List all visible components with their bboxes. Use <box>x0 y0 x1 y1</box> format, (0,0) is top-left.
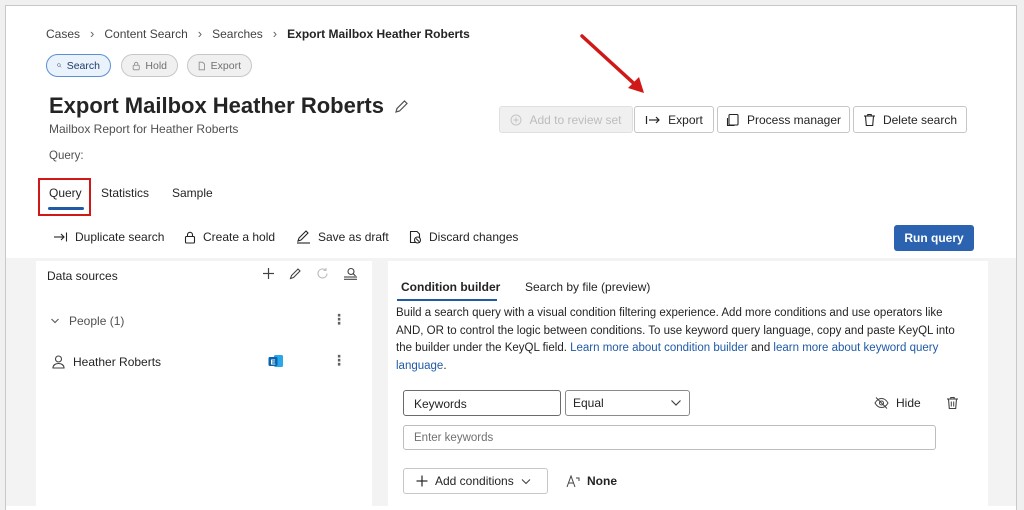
create-hold-button[interactable]: Create a hold <box>184 230 275 244</box>
app-window: Cases › Content Search › Searches › Expo… <box>5 5 1017 510</box>
export-pill-label: Export <box>210 59 241 72</box>
breadcrumb-content-search[interactable]: Content Search <box>104 27 187 41</box>
add-conditions-label: Add conditions <box>435 474 514 488</box>
document-icon <box>198 61 205 70</box>
eye-off-icon <box>874 397 889 409</box>
search-pill[interactable]: Search <box>46 54 111 77</box>
refresh-icon[interactable] <box>316 267 329 280</box>
hide-button[interactable]: Hide <box>874 396 921 410</box>
search-pill-label: Search <box>66 59 100 72</box>
duplicate-search-label: Duplicate search <box>75 230 165 244</box>
duplicate-arrow-icon <box>54 232 68 242</box>
hide-label: Hide <box>896 396 921 410</box>
chevron-right-icon: › <box>197 26 203 41</box>
add-conditions-button[interactable]: Add conditions <box>403 468 548 494</box>
user-row[interactable]: Heather Roberts <box>52 355 161 369</box>
page-title-text: Export Mailbox Heather Roberts <box>49 93 384 118</box>
data-sources-panel <box>36 261 372 510</box>
tab-condition-builder[interactable]: Condition builder <box>401 280 500 294</box>
run-query-button[interactable]: Run query <box>894 225 974 251</box>
query-label: Query: <box>49 150 84 162</box>
delete-search-button[interactable]: Delete search <box>853 106 967 133</box>
process-manager-button[interactable]: Process manager <box>717 106 850 133</box>
hold-pill[interactable]: Hold <box>121 54 178 77</box>
add-to-review-set-label: Add to review set <box>529 112 622 127</box>
lock-icon <box>184 231 196 244</box>
chevron-down-icon <box>671 400 681 406</box>
discard-changes-button[interactable]: Discard changes <box>408 230 518 244</box>
save-as-draft-button[interactable]: Save as draft <box>296 230 389 244</box>
person-icon <box>52 355 65 369</box>
add-circle-icon <box>510 114 522 125</box>
chevron-right-icon: › <box>272 26 278 41</box>
duplicate-search-button[interactable]: Duplicate search <box>53 230 164 244</box>
save-as-draft-label: Save as draft <box>318 230 389 244</box>
operator-none[interactable]: None <box>566 474 617 488</box>
user-more-icon[interactable]: ⋮ <box>332 353 346 367</box>
lock-icon <box>132 61 140 70</box>
page-subtitle: Mailbox Report for Heather Roberts <box>49 122 239 136</box>
chevron-down-icon <box>521 478 531 484</box>
red-highlight-box <box>38 178 91 216</box>
page-title: Export Mailbox Heather Roberts <box>49 93 409 119</box>
data-sources-toolbar <box>262 267 358 280</box>
data-sources-title: Data sources <box>47 269 118 283</box>
export-pill[interactable]: Export <box>187 54 252 77</box>
tab-search-by-file[interactable]: Search by file (preview) <box>525 280 650 294</box>
exchange-icon: E <box>268 355 283 367</box>
breadcrumb-searches[interactable]: Searches <box>212 27 263 41</box>
operator-icon <box>566 474 580 487</box>
create-hold-label: Create a hold <box>203 230 276 244</box>
user-name: Heather Roberts <box>73 355 162 369</box>
tab-sample[interactable]: Sample <box>172 186 213 200</box>
pencil-icon[interactable] <box>394 99 409 114</box>
add-to-review-set-button[interactable]: Add to review set <box>499 106 633 133</box>
operator-dropdown[interactable]: Equal <box>565 390 690 416</box>
search-list-icon[interactable] <box>343 267 358 280</box>
active-tab-indicator <box>397 299 497 301</box>
add-icon[interactable] <box>262 267 275 280</box>
people-group-label: People (1) <box>69 314 125 328</box>
delete-search-label: Delete search <box>882 112 958 127</box>
breadcrumb-cases[interactable]: Cases <box>46 27 80 41</box>
period-text: . <box>443 359 447 372</box>
people-more-icon[interactable]: ⋮ <box>332 312 346 326</box>
and-text: and <box>747 342 774 354</box>
svg-text:E: E <box>270 357 275 366</box>
red-arrow-annotation <box>580 34 644 93</box>
trash-icon <box>863 113 875 126</box>
edit-draft-icon <box>297 230 310 244</box>
trash-icon[interactable] <box>946 396 959 410</box>
people-group-row[interactable]: People (1) <box>50 314 124 328</box>
export-button[interactable]: Export <box>634 106 714 133</box>
search-icon <box>57 63 62 68</box>
keywords-input[interactable]: Enter keywords <box>403 425 936 450</box>
discard-icon <box>409 230 422 244</box>
condition-builder-description: Build a search query with a visual condi… <box>396 305 966 375</box>
export-button-label: Export <box>668 112 703 127</box>
chevron-right-icon: › <box>90 26 95 41</box>
process-manager-icon <box>726 113 739 126</box>
operator-value: Equal <box>573 396 604 410</box>
process-manager-label: Process manager <box>746 112 842 127</box>
add-icon <box>416 475 428 487</box>
discard-changes-label: Discard changes <box>429 230 519 244</box>
keywords-field-select[interactable]: Keywords <box>403 390 561 416</box>
learn-more-condition-link[interactable]: Learn more about condition builder <box>570 342 748 354</box>
chevron-down-icon <box>51 318 59 324</box>
breadcrumb-current: Export Mailbox Heather Roberts <box>287 26 470 41</box>
tab-statistics[interactable]: Statistics <box>101 186 149 200</box>
none-label: None <box>587 474 617 488</box>
hold-pill-label: Hold <box>145 59 167 72</box>
pencil-icon[interactable] <box>289 267 302 280</box>
breadcrumb: Cases › Content Search › Searches › Expo… <box>46 26 470 41</box>
export-arrow-icon <box>646 115 661 124</box>
